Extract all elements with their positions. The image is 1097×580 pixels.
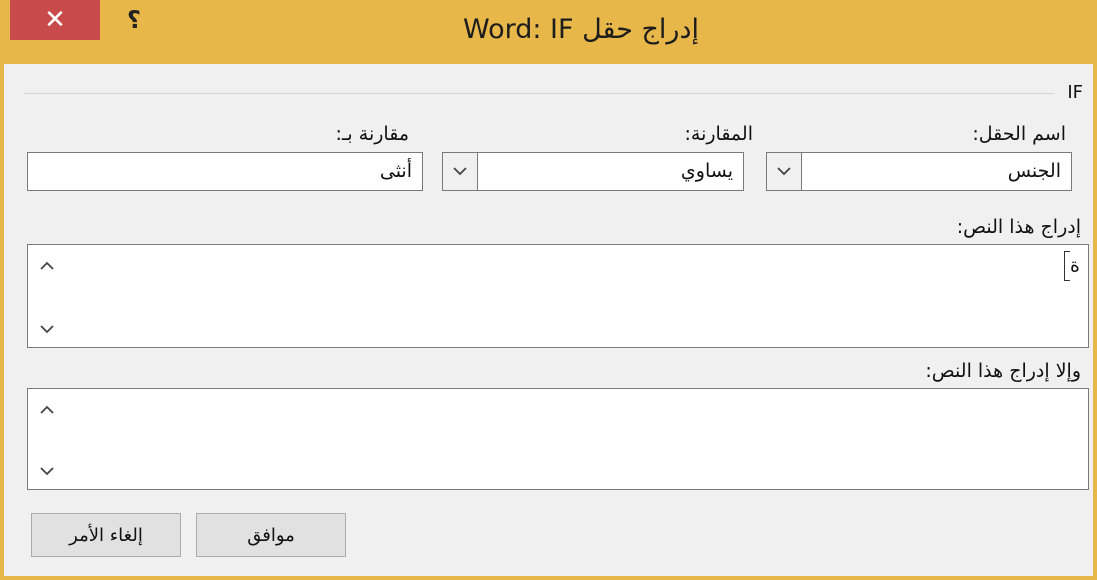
field-name-dropdown-button[interactable]: [767, 153, 802, 190]
help-icon: ؟: [127, 6, 141, 34]
comparison-dropdown-button[interactable]: [443, 153, 478, 190]
comparison-combobox[interactable]: يساوي: [442, 152, 744, 191]
insert-text-value: ة: [1070, 254, 1080, 277]
field-name-combobox[interactable]: الجنس: [766, 152, 1072, 191]
field-name-label: اسم الحقل:: [972, 123, 1066, 145]
scroll-down-button[interactable]: [28, 315, 66, 343]
dialog-title: إدراج حقل Word: IF: [462, 14, 699, 45]
chevron-up-icon: [40, 405, 54, 414]
close-button[interactable]: ✕: [10, 0, 100, 40]
comparison-label: المقارنة:: [684, 123, 753, 145]
insert-text-area[interactable]: ة: [27, 244, 1089, 348]
otherwise-text-area[interactable]: [27, 388, 1089, 490]
compare-to-value: أنثى: [379, 160, 412, 182]
chevron-down-icon: [40, 466, 54, 475]
close-icon: ✕: [44, 5, 66, 35]
chevron-down-icon: [453, 167, 467, 176]
insert-text-scrollbar[interactable]: [28, 245, 66, 347]
dialog-window: ✕ ؟ إدراج حقل Word: IF IF اسم الحقل: الج…: [0, 0, 1097, 580]
help-button[interactable]: ؟: [116, 2, 152, 38]
comparison-value: يساوي: [680, 160, 733, 182]
otherwise-text-label: وإلا إدراج هذا النص:: [925, 360, 1081, 382]
compare-to-input[interactable]: أنثى: [27, 152, 423, 191]
cancel-button[interactable]: إلغاء الأمر: [31, 513, 181, 557]
scroll-down-button[interactable]: [28, 457, 66, 485]
scroll-up-button[interactable]: [28, 395, 66, 423]
insert-text-content: ة: [1058, 251, 1080, 281]
group-label: IF: [1067, 82, 1083, 103]
field-name-value: الجنس: [1007, 160, 1061, 182]
group-divider: [24, 93, 1054, 94]
insert-text-label: إدراج هذا النص:: [956, 216, 1081, 238]
scroll-up-button[interactable]: [28, 251, 66, 279]
chevron-up-icon: [40, 261, 54, 270]
ok-button[interactable]: موافق: [196, 513, 346, 557]
title-bar[interactable]: ✕ ؟ إدراج حقل Word: IF: [4, 0, 1093, 64]
chevron-down-icon: [777, 167, 791, 176]
otherwise-text-scrollbar[interactable]: [28, 389, 66, 489]
compare-to-label: مقارنة بـ:: [335, 123, 409, 145]
chevron-down-icon: [40, 324, 54, 333]
